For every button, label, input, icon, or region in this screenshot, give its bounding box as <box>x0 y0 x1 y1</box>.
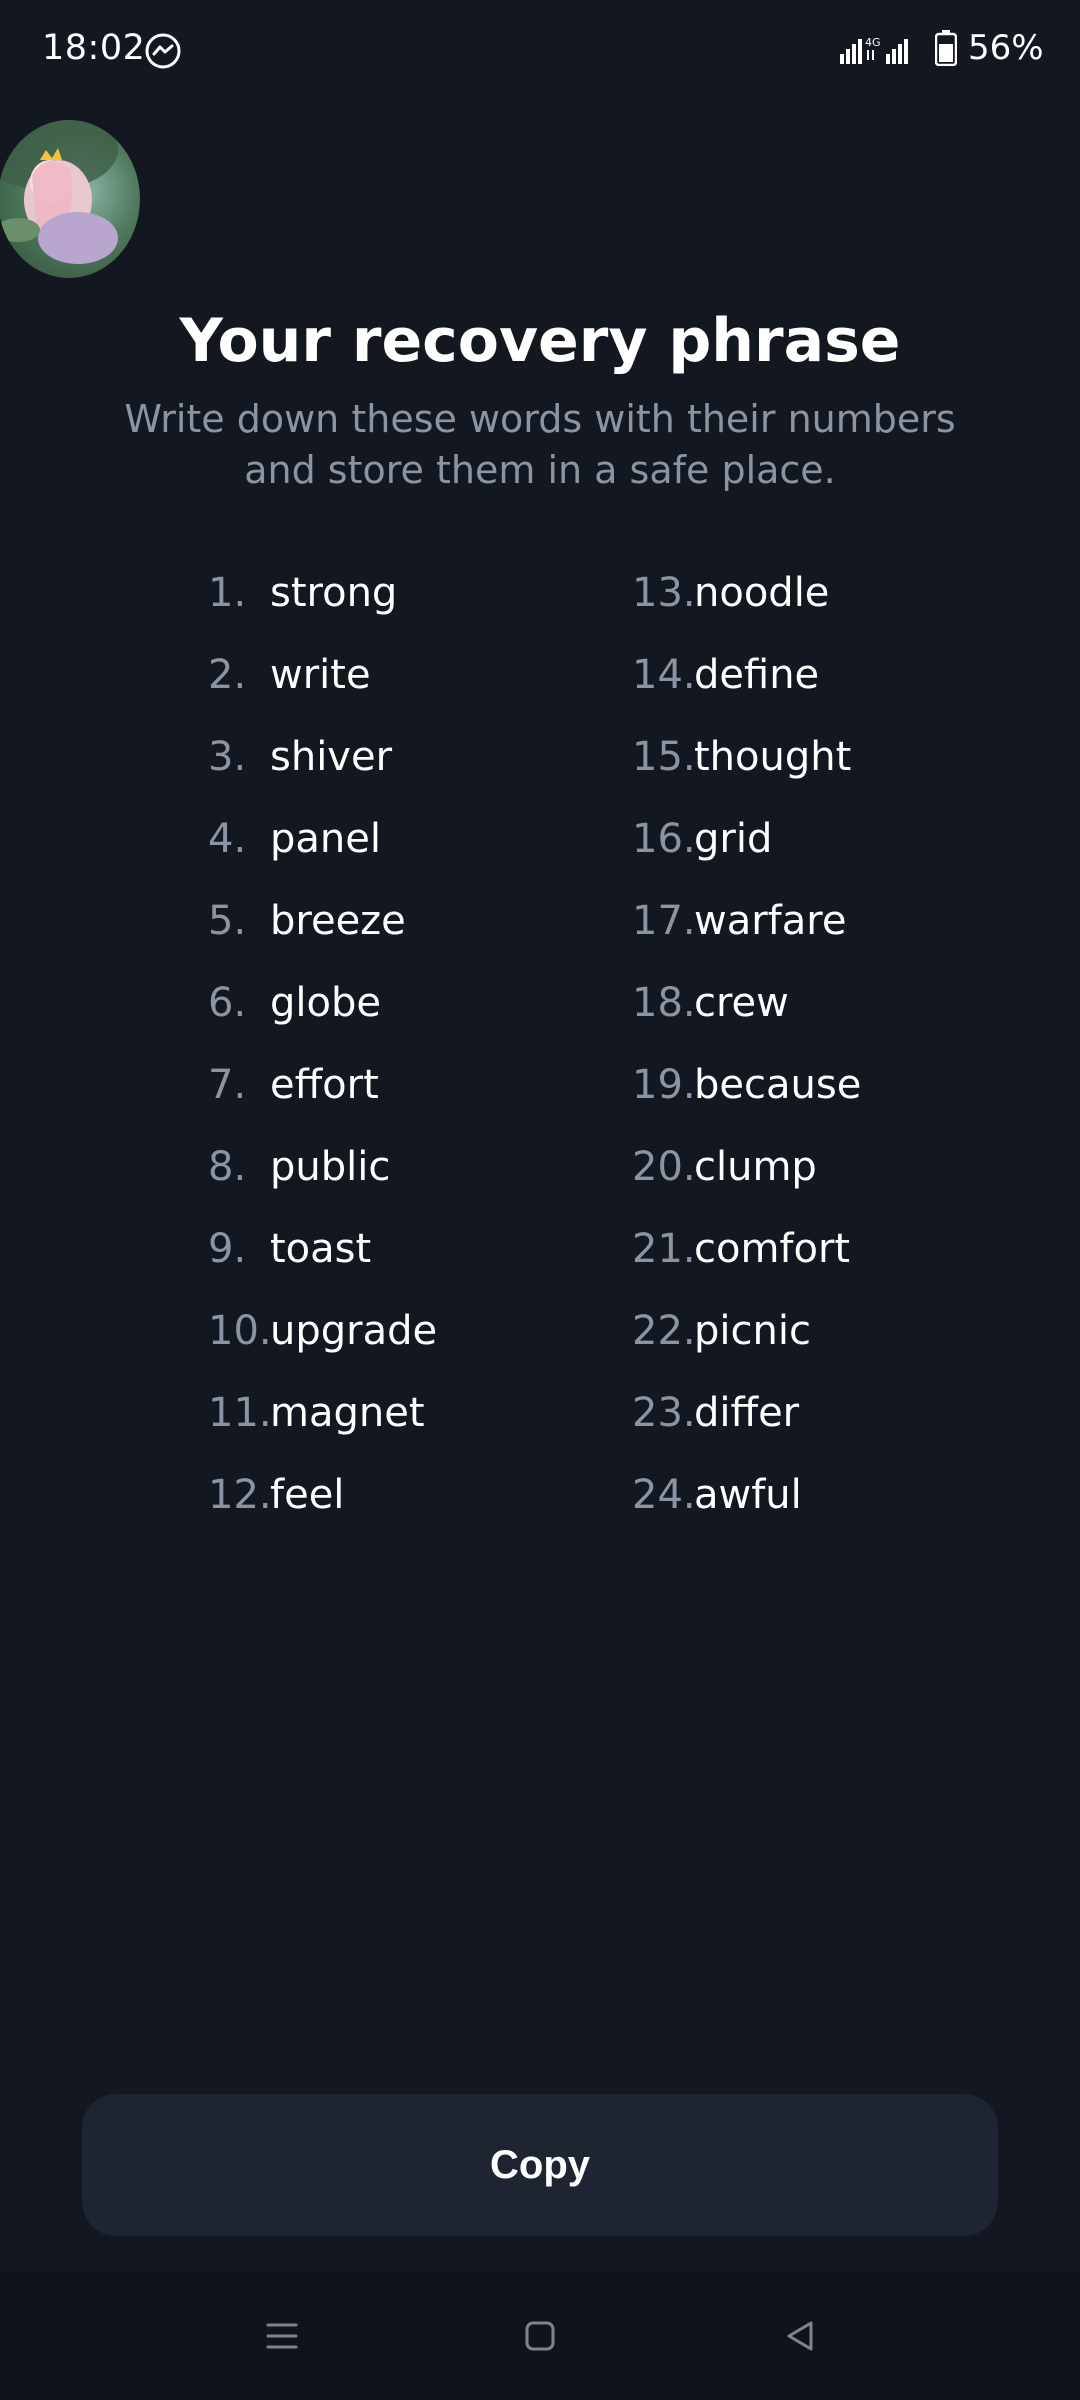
phrase-word-18: 18. crew <box>632 972 962 1054</box>
phrase-word-16: 16. grid <box>632 808 962 890</box>
phrase-word-5: 5. breeze <box>208 890 538 972</box>
phrase-column-left: 1. strong 2. write 3. shiver 4. panel 5. bree… <box>208 562 538 1546</box>
signal-icon: 4G <box>840 34 924 64</box>
word-text: because <box>694 1062 862 1108</box>
word-number: 15. <box>632 734 696 780</box>
word-number: 22. <box>632 1308 696 1354</box>
messenger-icon <box>144 32 182 70</box>
phrase-word-17: 17. warfare <box>632 890 962 972</box>
word-text: feel <box>270 1472 345 1518</box>
word-number: 17. <box>632 898 696 944</box>
phrase-word-22: 22. picnic <box>632 1300 962 1382</box>
phrase-word-11: 11. magnet <box>208 1382 538 1464</box>
phrase-word-3: 3. shiver <box>208 726 538 808</box>
word-text: shiver <box>270 734 393 780</box>
back-icon[interactable] <box>780 2316 820 2356</box>
word-text: clump <box>694 1144 817 1190</box>
status-time: 18:02 <box>42 28 146 68</box>
phrase-word-19: 19. because <box>632 1054 962 1136</box>
word-number: 2. <box>208 652 247 698</box>
word-number: 16. <box>632 816 696 862</box>
word-text: public <box>270 1144 391 1190</box>
word-text: grid <box>694 816 773 862</box>
phrase-word-23: 23. differ <box>632 1382 962 1464</box>
word-number: 18. <box>632 980 696 1026</box>
copy-button[interactable]: Copy <box>82 2094 998 2236</box>
word-text: picnic <box>694 1308 811 1354</box>
word-number: 19. <box>632 1062 696 1108</box>
word-number: 6. <box>208 980 247 1026</box>
word-text: noodle <box>694 570 830 616</box>
word-text: strong <box>270 570 398 616</box>
word-text: magnet <box>270 1390 425 1436</box>
svg-text:4G: 4G <box>865 36 881 49</box>
word-text: globe <box>270 980 381 1026</box>
word-text: awful <box>694 1472 802 1518</box>
phrase-word-6: 6. globe <box>208 972 538 1054</box>
word-number: 11. <box>208 1390 272 1436</box>
word-text: toast <box>270 1226 372 1272</box>
word-text: thought <box>694 734 852 780</box>
phrase-column-right: 13. noodle 14. define 15. thought 16. grid 1… <box>632 562 962 1546</box>
word-number: 21. <box>632 1226 696 1272</box>
word-number: 10. <box>208 1308 272 1354</box>
word-text: crew <box>694 980 789 1026</box>
word-text: panel <box>270 816 381 862</box>
recovery-phrase-screen: 18:02 4G 56% Your recovery phrase Write … <box>0 0 1080 2400</box>
phrase-word-1: 1. strong <box>208 562 538 644</box>
phrase-word-13: 13. noodle <box>632 562 962 644</box>
word-number: 14. <box>632 652 696 698</box>
phrase-word-12: 12. feel <box>208 1464 538 1546</box>
word-text: define <box>694 652 820 698</box>
avatar[interactable] <box>0 120 140 278</box>
word-number: 1. <box>208 570 247 616</box>
phrase-word-2: 2. write <box>208 644 538 726</box>
word-text: breeze <box>270 898 406 944</box>
battery-percentage: 56% <box>968 28 1044 68</box>
word-number: 3. <box>208 734 247 780</box>
page-subtitle: Write down these words with their number… <box>124 397 956 492</box>
word-number: 7. <box>208 1062 247 1108</box>
system-nav-bar <box>0 2272 1080 2400</box>
word-text: upgrade <box>270 1308 438 1354</box>
phrase-word-20: 20. clump <box>632 1136 962 1218</box>
phrase-word-8: 8. public <box>208 1136 538 1218</box>
word-text: write <box>270 652 371 698</box>
phrase-word-15: 15. thought <box>632 726 962 808</box>
phrase-word-4: 4. panel <box>208 808 538 890</box>
word-text: warfare <box>694 898 847 944</box>
status-bar: 18:02 4G 56% <box>0 0 1080 100</box>
word-number: 4. <box>208 816 247 862</box>
menu-icon[interactable] <box>262 2316 302 2356</box>
word-number: 13. <box>632 570 696 616</box>
word-number: 8. <box>208 1144 247 1190</box>
word-text: effort <box>270 1062 379 1108</box>
battery-icon <box>934 30 958 67</box>
phrase-word-9: 9. toast <box>208 1218 538 1300</box>
word-text: comfort <box>694 1226 851 1272</box>
word-number: 5. <box>208 898 247 944</box>
word-number: 9. <box>208 1226 247 1272</box>
word-number: 20. <box>632 1144 696 1190</box>
phrase-word-10: 10. upgrade <box>208 1300 538 1382</box>
phrase-word-21: 21. comfort <box>632 1218 962 1300</box>
phrase-word-24: 24. awful <box>632 1464 962 1546</box>
home-icon[interactable] <box>520 2316 560 2356</box>
word-number: 24. <box>632 1472 696 1518</box>
word-number: 23. <box>632 1390 696 1436</box>
phrase-word-7: 7. effort <box>208 1054 538 1136</box>
word-number: 12. <box>208 1472 272 1518</box>
phrase-word-14: 14. define <box>632 644 962 726</box>
page-title: Your recovery phrase <box>179 306 901 376</box>
word-text: differ <box>694 1390 800 1436</box>
